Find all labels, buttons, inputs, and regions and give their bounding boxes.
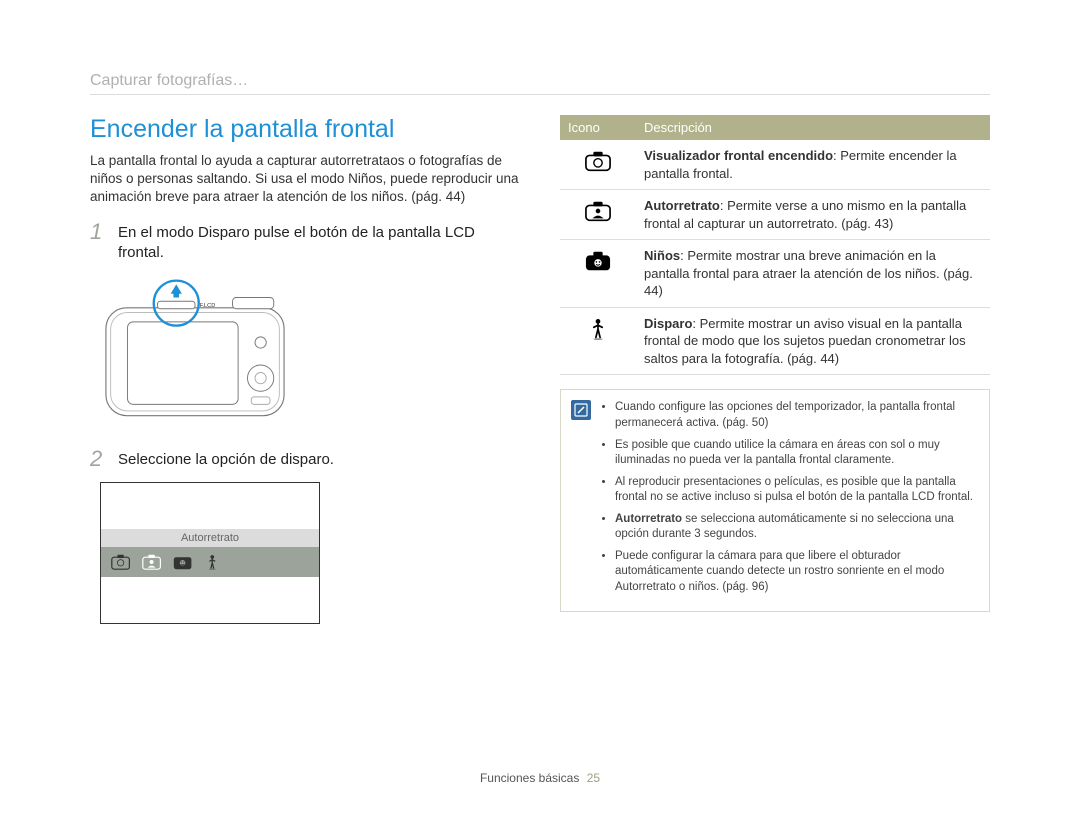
note-item: Cuando configure las opciones del tempor… xyxy=(615,400,977,431)
front-display-on-icon xyxy=(111,554,130,570)
step-2: 2 Seleccione la opción de disparo. xyxy=(90,448,520,470)
page-footer: Funciones básicas 25 xyxy=(90,753,990,785)
jump-shot-icon xyxy=(585,318,611,340)
footer-page-number: 25 xyxy=(587,771,600,785)
self-portrait-icon xyxy=(585,200,611,222)
camera-svg: F.LCD xyxy=(100,275,290,425)
step-1: 1 En el modo Disparo pulse el botón de l… xyxy=(90,221,520,264)
table-row: Disparo: Permite mostrar un aviso visual… xyxy=(560,307,990,375)
th-icon: Icono xyxy=(560,115,636,140)
shot-option-icons xyxy=(101,547,319,577)
right-column: Icono Descripción Visualizador frontal e… xyxy=(560,115,990,753)
note-item: Puede configurar la cámara para que libe… xyxy=(615,549,977,596)
children-icon xyxy=(585,250,611,272)
step-text: En el modo Disparo pulse el botón de la … xyxy=(118,221,520,264)
note-item: Autorretrato se selecciona automáticamen… xyxy=(615,512,977,543)
table-row: Niños: Permite mostrar una breve animaci… xyxy=(560,240,990,308)
icon-table: Icono Descripción Visualizador frontal e… xyxy=(560,115,990,375)
self-portrait-icon xyxy=(142,554,161,570)
page-title: Encender la pantalla frontal xyxy=(90,115,520,144)
front-display-on-icon xyxy=(585,150,611,172)
note-item: Al reproducir presentaciones o películas… xyxy=(615,475,977,506)
info-icon xyxy=(571,400,591,420)
note-list: Cuando configure las opciones del tempor… xyxy=(601,400,977,601)
shot-options-panel: Autorretrato xyxy=(100,482,320,624)
shot-option-label: Autorretrato xyxy=(101,529,319,547)
camera-illustration: F.LCD xyxy=(100,275,520,430)
table-row: Autorretrato: Permite verse a uno mismo … xyxy=(560,190,990,240)
note-box: Cuando configure las opciones del tempor… xyxy=(560,389,990,612)
step-number: 2 xyxy=(90,448,104,470)
breadcrumb: Capturar fotografías… xyxy=(90,72,990,95)
footer-section: Funciones básicas xyxy=(480,771,579,785)
flcd-label: F.LCD xyxy=(200,303,216,309)
children-icon xyxy=(173,554,192,570)
manual-page: Capturar fotografías… Encender la pantal… xyxy=(0,0,1080,815)
left-column: Encender la pantalla frontal La pantalla… xyxy=(90,115,520,753)
note-item: Es posible que cuando utilice la cámara … xyxy=(615,438,977,469)
step-text: Seleccione la opción de disparo. xyxy=(118,448,334,470)
step-number: 1 xyxy=(90,221,104,264)
th-desc: Descripción xyxy=(636,115,990,140)
jump-shot-icon xyxy=(205,554,220,570)
table-row: Visualizador frontal encendido: Permite … xyxy=(560,140,990,190)
intro-text: La pantalla frontal lo ayuda a capturar … xyxy=(90,152,520,207)
